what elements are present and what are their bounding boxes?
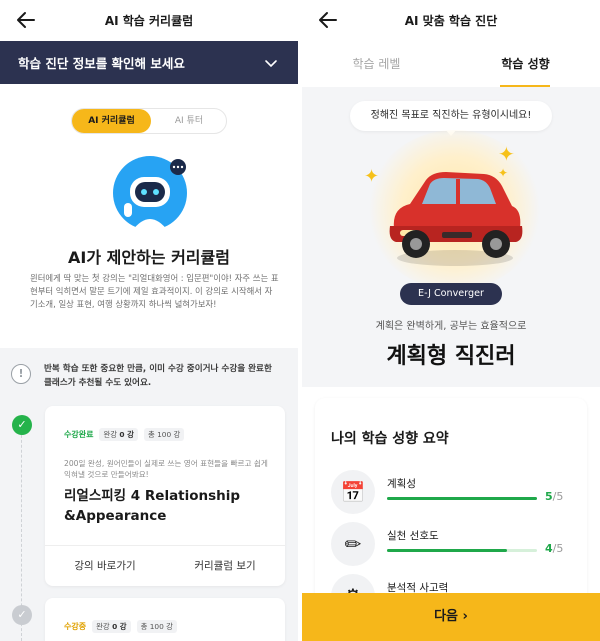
tab-learning-style[interactable]: 학습 성향 <box>451 41 600 87</box>
intro-description: 윈터에게 딱 맞는 첫 강의는 "리얼대화영어 : 입문편"이야! 자주 쓰는 … <box>30 273 279 309</box>
tab-bar: 학습 레벨 학습 성향 <box>302 41 600 87</box>
course-card: 수강중 완강 0 강 총 100 강 <box>45 598 285 641</box>
notice-text: 반복 학습 또한 중요한 만큼, 이미 수강 중이거나 수강을 완료한 클래스가… <box>44 364 272 388</box>
go-to-lecture-button[interactable]: 강의 바로가기 <box>45 546 165 586</box>
intro-title: AI가 제안하는 커리큘럼 <box>68 248 230 267</box>
metric-score: 5/5 <box>545 490 564 503</box>
total-badge: 총 100 강 <box>136 620 177 633</box>
metric-bar-fill <box>387 549 507 552</box>
summary-title: 나의 학습 성향 요약 <box>331 431 449 447</box>
calendar-icon: 📅 <box>331 470 375 514</box>
check-done-icon: ✓ <box>12 415 32 435</box>
banner-text: 학습 진단 정보를 확인해 보세요 <box>18 56 185 71</box>
metric-bar <box>387 497 537 500</box>
info-icon: ! <box>11 364 31 384</box>
diagnosis-screen: AI 맞춤 학습 진단 학습 레벨 학습 성향 정해진 목표로 직진하는 유형이… <box>302 0 600 641</box>
metric-score: 4/5 <box>545 542 564 555</box>
total-badge: 총 100 강 <box>143 428 185 441</box>
progress-badge: 완강 0 강 <box>99 428 138 441</box>
back-arrow-icon[interactable] <box>14 8 38 32</box>
type-subtitle: 계획은 완벽하게, 공부는 효율적으로 <box>375 321 527 332</box>
metric-bar-fill <box>387 497 537 500</box>
type-title: 계획형 직진러 <box>386 344 516 369</box>
app-bar: AI 학습 커리큘럼 <box>0 0 298 41</box>
tab-ai-curriculum[interactable]: AI 커리큘럼 <box>72 109 151 133</box>
page-title: AI 맞춤 학습 진단 <box>404 14 498 28</box>
red-car-icon <box>389 172 523 266</box>
course-title[interactable]: 리얼스피킹 4 Relationship &Appearance <box>64 486 269 526</box>
result-speech-bubble: 정해진 목표로 직진하는 유형이시네요! <box>350 101 552 131</box>
course-tags: 수강중 완강 0 강 총 100 강 <box>64 620 177 633</box>
app-bar: AI 맞춤 학습 진단 <box>302 0 600 41</box>
metric-bar <box>387 549 537 552</box>
course-tags: 수강완료 완강 0 강 총 100 강 <box>64 428 185 441</box>
chevron-down-icon <box>265 60 277 68</box>
sparkle-icon: ✦ <box>364 166 380 187</box>
next-button[interactable]: 다음 › <box>302 593 600 641</box>
type-code-badge: E-J Converger <box>400 283 502 305</box>
metric-planning: 📅 계획성 5/5 <box>331 470 571 516</box>
course-card: 수강완료 완강 0 강 총 100 강 200일 완성, 원어민들이 실제로 쓰… <box>45 406 285 586</box>
metric-name: 계획성 <box>387 478 416 490</box>
robot-avatar-icon <box>113 156 187 231</box>
status-badge: 수강중 <box>64 622 87 631</box>
tab-ai-tutor[interactable]: AI 튜터 <box>151 109 227 133</box>
status-badge: 수강완료 <box>64 430 94 439</box>
mode-toggle: AI 커리큘럼 AI 튜터 <box>71 108 227 134</box>
tab-learning-level[interactable]: 학습 레벨 <box>302 41 451 87</box>
back-arrow-icon[interactable] <box>316 8 340 32</box>
course-actions: 강의 바로가기 커리큘럼 보기 <box>45 545 285 586</box>
course-description: 200일 완성, 원어민들이 실제로 쓰는 영어 표현들을 빠르고 쉽게 익혀낼… <box>64 459 268 479</box>
curriculum-screen: AI 학습 커리큘럼 학습 진단 정보를 확인해 보세요 AI 커리큘럼 AI … <box>0 0 298 641</box>
pencil-icon: ✏ <box>331 522 375 566</box>
page-title: AI 학습 커리큘럼 <box>104 14 194 28</box>
check-pending-icon: ✓ <box>12 605 32 625</box>
metric-name: 실천 선호도 <box>387 530 439 542</box>
metric-practice: ✏ 실천 선호도 4/5 <box>331 522 571 568</box>
view-curriculum-button[interactable]: 커리큘럼 보기 <box>165 546 285 586</box>
progress-badge: 완강 0 강 <box>92 620 131 633</box>
diagnosis-banner[interactable]: 학습 진단 정보를 확인해 보세요 <box>0 41 298 84</box>
